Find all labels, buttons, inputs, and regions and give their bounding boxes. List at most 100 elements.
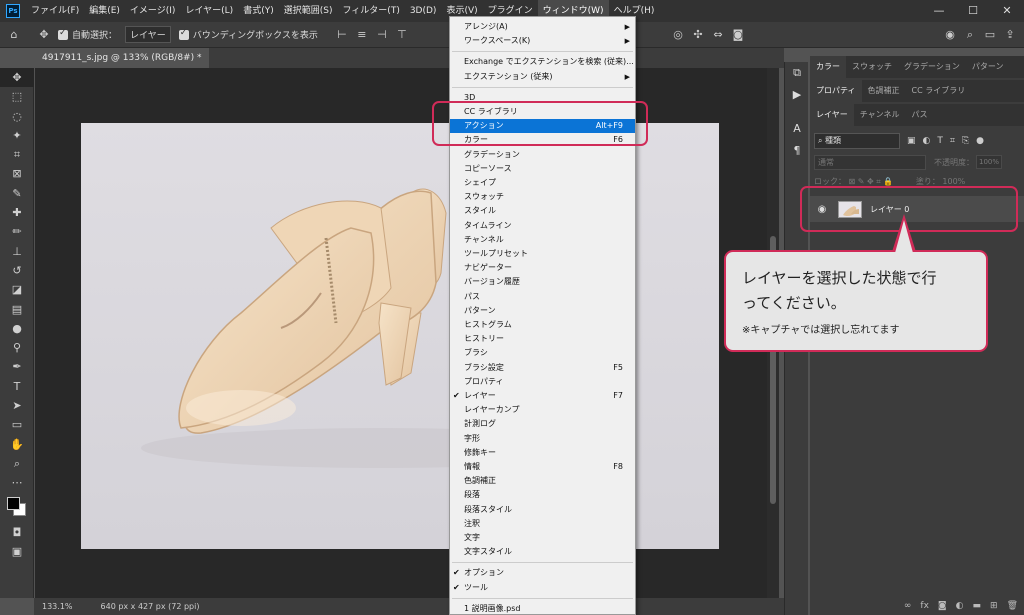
- menu-item[interactable]: 字形: [450, 432, 635, 446]
- bounding-box-checkbox[interactable]: [178, 28, 189, 40]
- color-swatches[interactable]: [0, 493, 34, 523]
- clone-stamp-tool-icon[interactable]: ⊥: [0, 242, 34, 261]
- healing-brush-tool-icon[interactable]: ✚: [0, 203, 34, 222]
- align-left-icon[interactable]: ⊢: [336, 28, 348, 41]
- marquee-tool-icon[interactable]: ⬚: [0, 87, 34, 106]
- menu-item[interactable]: レイヤーカンプ: [450, 403, 635, 417]
- menu-item[interactable]: パターン: [450, 304, 635, 318]
- rectangle-tool-icon[interactable]: ▭: [0, 415, 34, 434]
- auto-select-target-value[interactable]: レイヤー: [125, 26, 171, 43]
- menu-item[interactable]: エクステンション (従来) ▶: [450, 70, 635, 84]
- lock-icons[interactable]: ⊠ ✎ ✥ ⌗ 🔒: [849, 177, 894, 186]
- menu-item[interactable]: タイムライン: [450, 219, 635, 233]
- hand-tool-icon[interactable]: ✋: [0, 435, 34, 454]
- home-icon[interactable]: ⌂: [8, 28, 20, 41]
- menu-item[interactable]: 情報 F8: [450, 460, 635, 474]
- menu-item[interactable]: 計測ログ: [450, 417, 635, 431]
- foreground-color-swatch[interactable]: [7, 496, 20, 510]
- dodge-tool-icon[interactable]: ⚲: [0, 338, 34, 357]
- menu-item[interactable]: チャンネル: [450, 233, 635, 247]
- align-right-icon[interactable]: ⊣: [376, 28, 388, 41]
- menu-item[interactable]: プロパティ: [450, 375, 635, 389]
- new-layer-icon[interactable]: ⊞: [990, 601, 998, 611]
- workspace-icon[interactable]: ▭: [984, 29, 996, 41]
- menu-3d[interactable]: 3D(D): [405, 0, 442, 22]
- auto-select-target-select[interactable]: レイヤー: [125, 26, 171, 43]
- tab-swatches[interactable]: スウォッチ: [846, 56, 898, 78]
- quick-mask-icon[interactable]: ◘: [0, 523, 34, 542]
- bounding-box-option[interactable]: バウンディングボックスを表示: [178, 28, 318, 41]
- menu-item[interactable]: 文字: [450, 531, 635, 545]
- menu-item[interactable]: ヒストグラム: [450, 318, 635, 332]
- menu-item[interactable]: ツールプリセット: [450, 247, 635, 261]
- filter-pixel-icon[interactable]: ▣: [907, 136, 916, 146]
- crop-tool-icon[interactable]: ⌗: [0, 145, 34, 164]
- actions-panel-icon[interactable]: ▶: [785, 84, 809, 106]
- history-panel-icon[interactable]: ⧉: [785, 62, 809, 84]
- tab-gradients[interactable]: グラデーション: [898, 56, 966, 78]
- menu-item[interactable]: 修飾キー: [450, 446, 635, 460]
- character-panel-icon[interactable]: A: [785, 118, 809, 140]
- menu-item[interactable]: 注釈: [450, 517, 635, 531]
- more-tools-icon[interactable]: ⋯: [0, 473, 34, 492]
- blend-mode-select[interactable]: 通常: [814, 154, 926, 170]
- filter-shape-icon[interactable]: ⌗: [950, 136, 955, 146]
- menu-item[interactable]: シェイプ: [450, 176, 635, 190]
- gradient-tool-icon[interactable]: ▤: [0, 300, 34, 319]
- menu-item[interactable]: ツール ✔: [450, 581, 635, 595]
- tab-cc-libraries[interactable]: CC ライブラリ: [906, 80, 972, 102]
- layer-style-icon[interactable]: fx: [920, 601, 929, 611]
- menu-type[interactable]: 書式(Y): [238, 0, 279, 22]
- delete-layer-icon[interactable]: 🗑: [1007, 601, 1018, 611]
- search-icon[interactable]: ⌕: [964, 29, 976, 41]
- filter-adjustment-icon[interactable]: ◐: [923, 136, 931, 146]
- menu-filter[interactable]: フィルター(T): [337, 0, 404, 22]
- eraser-tool-icon[interactable]: ◪: [0, 280, 34, 299]
- path-selection-tool-icon[interactable]: ➤: [0, 396, 34, 415]
- menu-item[interactable]: 1 説明画像.psd: [450, 602, 635, 615]
- align-center-icon[interactable]: ≡: [356, 28, 368, 41]
- menu-item[interactable]: バージョン履歴: [450, 275, 635, 289]
- menu-item[interactable]: Exchange でエクステンションを検索 (従来)...: [450, 55, 635, 69]
- menu-image[interactable]: イメージ(I): [125, 0, 181, 22]
- menu-select[interactable]: 選択範囲(S): [279, 0, 338, 22]
- brush-tool-icon[interactable]: ✏: [0, 222, 34, 241]
- adjustment-layer-icon[interactable]: ◐: [956, 601, 964, 611]
- maximize-button[interactable]: ☐: [956, 0, 990, 22]
- close-button[interactable]: ✕: [990, 0, 1024, 22]
- menu-item[interactable]: ブラシ設定 F5: [450, 361, 635, 375]
- 3d-orbit-icon[interactable]: ◎: [672, 29, 684, 41]
- share-icon[interactable]: ⇪: [1004, 29, 1016, 41]
- layer-filter-kind-select[interactable]: ⌕ 種類: [814, 133, 900, 149]
- menu-item[interactable]: ナビゲーター: [450, 261, 635, 275]
- move-tool-icon[interactable]: ✥: [38, 28, 50, 41]
- document-tab[interactable]: 4917911_s.jpg @ 133% (RGB/8#) *: [34, 48, 210, 68]
- pen-tool-icon[interactable]: ✒: [0, 357, 34, 376]
- menu-item[interactable]: 段落スタイル: [450, 503, 635, 517]
- menu-item[interactable]: 段落: [450, 488, 635, 502]
- filter-smart-object-icon[interactable]: ⎘: [962, 136, 969, 146]
- tab-patterns[interactable]: パターン: [966, 56, 1010, 78]
- menu-item[interactable]: 文字スタイル: [450, 545, 635, 559]
- menu-item[interactable]: レイヤー ✔ F7: [450, 389, 635, 403]
- blur-tool-icon[interactable]: ●: [0, 319, 34, 338]
- opacity-input[interactable]: 100%: [976, 155, 1002, 169]
- menu-item[interactable]: オプション ✔: [450, 566, 635, 580]
- menu-item[interactable]: アレンジ(A) ▶: [450, 20, 635, 34]
- tab-color[interactable]: カラー: [810, 56, 846, 78]
- menu-item[interactable]: スタイル: [450, 204, 635, 218]
- history-brush-tool-icon[interactable]: ↺: [0, 261, 34, 280]
- minimize-button[interactable]: —: [922, 0, 956, 22]
- 3d-pan-icon[interactable]: ✣: [692, 29, 704, 41]
- auto-select-checkbox[interactable]: [58, 28, 68, 40]
- tab-properties[interactable]: プロパティ: [810, 80, 862, 102]
- frame-tool-icon[interactable]: ⊠: [0, 164, 34, 183]
- menu-item[interactable]: ワークスペース(K) ▶: [450, 34, 635, 48]
- menu-item[interactable]: ヒストリー: [450, 332, 635, 346]
- type-tool-icon[interactable]: T: [0, 377, 34, 396]
- filter-type-icon[interactable]: T: [937, 136, 943, 146]
- eyedropper-tool-icon[interactable]: ✎: [0, 184, 34, 203]
- tab-channels[interactable]: チャンネル: [854, 104, 906, 126]
- new-group-icon[interactable]: ▬: [973, 601, 982, 611]
- menu-item[interactable]: スウォッチ: [450, 190, 635, 204]
